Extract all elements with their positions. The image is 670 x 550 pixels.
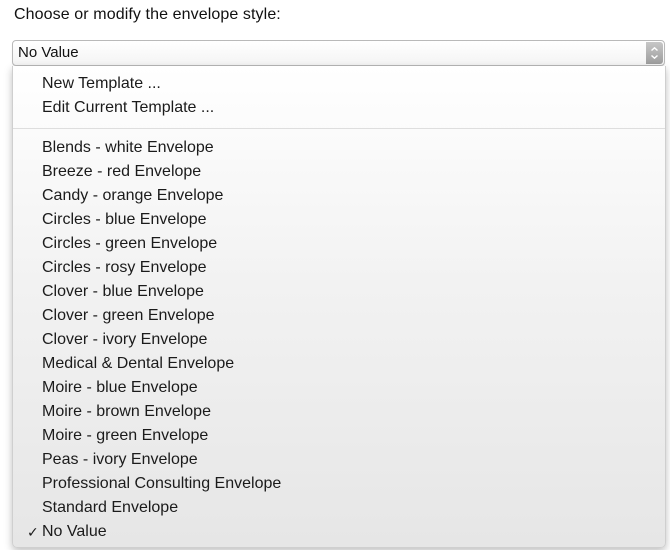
menu-item-envelope[interactable]: Circles - rosy Envelope bbox=[42, 258, 207, 278]
envelope-style-dropdown-menu: New Template ... Edit Current Template .… bbox=[12, 66, 666, 548]
select-current-value: No Value bbox=[18, 44, 79, 61]
menu-item-envelope[interactable]: Professional Consulting Envelope bbox=[42, 474, 281, 494]
menu-item-new-template[interactable]: New Template ... bbox=[42, 74, 161, 94]
menu-item-envelope[interactable]: Candy - orange Envelope bbox=[42, 186, 223, 206]
menu-item-envelope[interactable]: Clover - ivory Envelope bbox=[42, 330, 207, 350]
chevron-down-icon[interactable] bbox=[646, 42, 663, 64]
menu-item-envelope[interactable]: Standard Envelope bbox=[42, 498, 178, 518]
envelope-style-prompt: Choose or modify the envelope style: bbox=[14, 6, 281, 23]
menu-item-envelope[interactable]: Circles - green Envelope bbox=[42, 234, 217, 254]
menu-item-no-value[interactable]: No Value bbox=[42, 522, 107, 542]
menu-item-envelope[interactable]: Moire - green Envelope bbox=[42, 426, 208, 446]
menu-item-envelope[interactable]: Blends - white Envelope bbox=[42, 138, 214, 158]
menu-item-edit-current-template[interactable]: Edit Current Template ... bbox=[42, 98, 214, 118]
menu-item-envelope[interactable]: Moire - brown Envelope bbox=[42, 402, 211, 422]
checkmark-icon: ✓ bbox=[27, 524, 39, 540]
menu-item-envelope[interactable]: Circles - blue Envelope bbox=[42, 210, 207, 230]
menu-item-envelope[interactable]: Clover - blue Envelope bbox=[42, 282, 204, 302]
menu-item-envelope[interactable]: Clover - green Envelope bbox=[42, 306, 215, 326]
envelope-style-select[interactable]: No Value bbox=[12, 40, 665, 66]
menu-item-envelope[interactable]: Moire - blue Envelope bbox=[42, 378, 198, 398]
menu-item-envelope[interactable]: Peas - ivory Envelope bbox=[42, 450, 198, 470]
envelope-style-panel: Choose or modify the envelope style: No … bbox=[0, 0, 670, 550]
menu-separator bbox=[13, 128, 665, 129]
menu-item-envelope[interactable]: Breeze - red Envelope bbox=[42, 162, 201, 182]
menu-item-envelope[interactable]: Medical & Dental Envelope bbox=[42, 354, 234, 374]
